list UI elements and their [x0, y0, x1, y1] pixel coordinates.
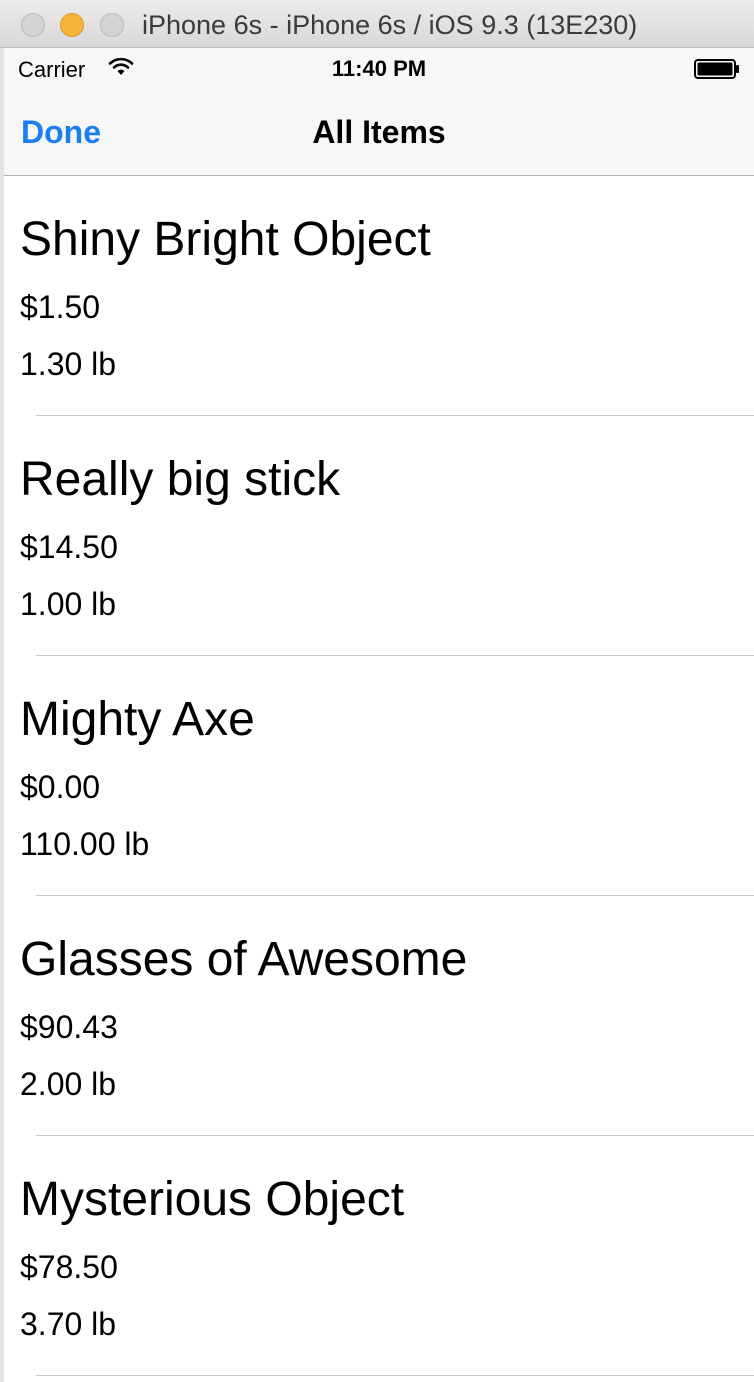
minimize-window-button[interactable]: [60, 13, 84, 37]
ios-status-bar: Carrier 11:40 PM: [4, 48, 754, 90]
window-title-bar[interactable]: iPhone 6s - iPhone 6s / iOS 9.3 (13E230): [0, 0, 754, 48]
status-time: 11:40 PM: [331, 56, 427, 81]
navigation-bar: Done All Items: [4, 90, 754, 176]
item-name: Mighty Axe: [20, 693, 255, 746]
table-row[interactable]: Shiny Bright Object $1.50 1.30 lb: [4, 176, 754, 416]
item-weight: 1.00 lb: [20, 586, 117, 622]
table-row[interactable]: Mysterious Object $78.50 3.70 lb: [4, 1136, 754, 1376]
battery-icon: [694, 59, 739, 79]
item-weight: 3.70 lb: [20, 1306, 117, 1342]
item-price: $0.00: [20, 769, 101, 805]
nav-title: All Items: [312, 114, 446, 150]
item-name: Really big stick: [20, 453, 341, 506]
table-row[interactable]: Mighty Axe $0.00 110.00 lb: [4, 656, 754, 896]
item-weight: 2.00 lb: [20, 1066, 117, 1102]
item-weight: 110.00 lb: [20, 826, 150, 862]
table-row[interactable]: Glasses of Awesome $90.43 2.00 lb: [4, 896, 754, 1136]
item-price: $90.43: [20, 1009, 118, 1045]
item-name: Shiny Bright Object: [20, 213, 431, 266]
window-title: iPhone 6s - iPhone 6s / iOS 9.3 (13E230): [142, 10, 638, 40]
item-price: $14.50: [20, 529, 118, 565]
item-price: $1.50: [20, 289, 101, 325]
item-name: Glasses of Awesome: [20, 933, 468, 986]
simulator-window: iPhone 6s - iPhone 6s / iOS 9.3 (13E230)…: [0, 0, 754, 1382]
items-table[interactable]: Shiny Bright Object $1.50 1.30 lb Really…: [4, 176, 754, 1382]
item-weight: 1.30 lb: [20, 346, 117, 382]
close-window-button[interactable]: [21, 13, 45, 37]
item-name: Mysterious Object: [20, 1173, 405, 1226]
zoom-window-button[interactable]: [100, 13, 124, 37]
table-row[interactable]: Really big stick $14.50 1.00 lb: [4, 416, 754, 656]
item-price: $78.50: [20, 1249, 118, 1285]
